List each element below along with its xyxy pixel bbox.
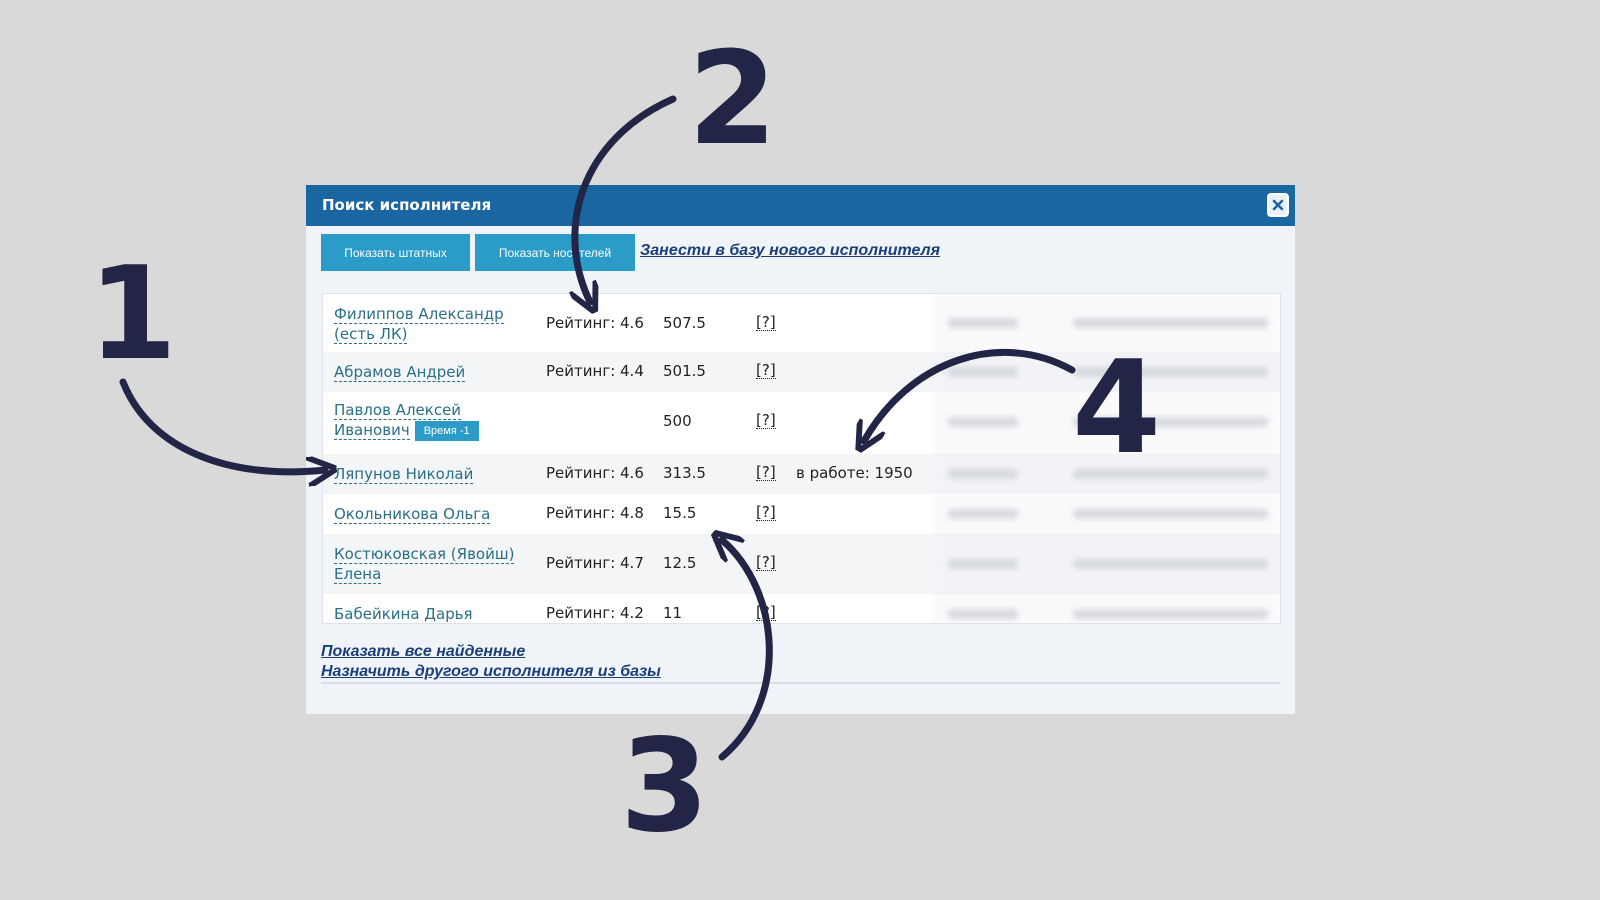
close-icon	[1272, 199, 1284, 211]
show-carriers-button[interactable]: Показать носителей	[475, 234, 635, 271]
rating: Рейтинг: 4.2	[546, 604, 644, 622]
help-link[interactable]: [?]	[756, 604, 776, 621]
show-staff-button[interactable]: Показать штатных	[321, 234, 470, 271]
help-link[interactable]: [?]	[756, 314, 776, 331]
dialog-titlebar: Поиск исполнителя	[306, 185, 1295, 226]
add-new-executor-link[interactable]: Занести в базу нового исполнителя	[640, 242, 940, 260]
help-link[interactable]: [?]	[756, 504, 776, 521]
toolbar: Показать штатных Показать носителей	[321, 234, 640, 271]
executor-name-link[interactable]: Абрамов Андрей	[334, 362, 466, 382]
score: 313.5	[663, 464, 706, 482]
score: 507.5	[663, 314, 706, 332]
score: 501.5	[663, 362, 706, 380]
rating: Рейтинг: 4.6	[546, 314, 644, 332]
executor-list: Филиппов Александр (есть ЛК) Рейтинг: 4.…	[322, 293, 1281, 624]
score: 12.5	[663, 554, 697, 572]
annotation-number-2: 2	[688, 25, 777, 174]
annotation-arrow-1	[119, 378, 325, 472]
show-all-found-link[interactable]: Показать все найденные	[321, 642, 661, 662]
executor-name-link[interactable]: Окольникова Ольга	[334, 504, 491, 524]
in-work-count: в работе: 1950	[796, 464, 913, 482]
executor-name-link[interactable]: Павлов Алексей Иванович Время -1	[334, 400, 479, 441]
rating: Рейтинг: 4.7	[546, 554, 644, 572]
help-link[interactable]: [?]	[756, 362, 776, 379]
assign-other-executor-link[interactable]: Назначить другого исполнителя из базы	[321, 662, 661, 682]
rating: Рейтинг: 4.8	[546, 504, 644, 522]
help-link[interactable]: [?]	[756, 554, 776, 571]
executor-name-link[interactable]: Костюковская (Явойш) Елена	[334, 544, 515, 584]
help-link[interactable]: [?]	[756, 412, 776, 429]
rating: Рейтинг: 4.6	[546, 464, 644, 482]
time-badge: Время -1	[414, 420, 479, 441]
search-executor-dialog: Поиск исполнителя Показать штатных Показ…	[306, 185, 1295, 714]
rating: Рейтинг: 4.4	[546, 362, 644, 380]
close-button[interactable]	[1267, 193, 1289, 217]
executor-name-link[interactable]: Ляпунов Николай	[334, 464, 474, 484]
score: 15.5	[663, 504, 697, 522]
help-link[interactable]: [?]	[756, 464, 776, 481]
score: 500	[663, 412, 692, 430]
divider	[321, 682, 1280, 684]
score: 11	[663, 604, 683, 622]
executor-name-link[interactable]: Бабейкина Дарья	[334, 604, 473, 623]
footer-links: Показать все найденные Назначить другого…	[321, 642, 661, 682]
dialog-title: Поиск исполнителя	[322, 196, 492, 214]
annotation-number-3: 3	[620, 712, 709, 861]
annotation-number-1: 1	[88, 240, 177, 389]
blurred-region	[933, 294, 1280, 623]
executor-name-link[interactable]: Филиппов Александр (есть ЛК)	[334, 304, 504, 344]
